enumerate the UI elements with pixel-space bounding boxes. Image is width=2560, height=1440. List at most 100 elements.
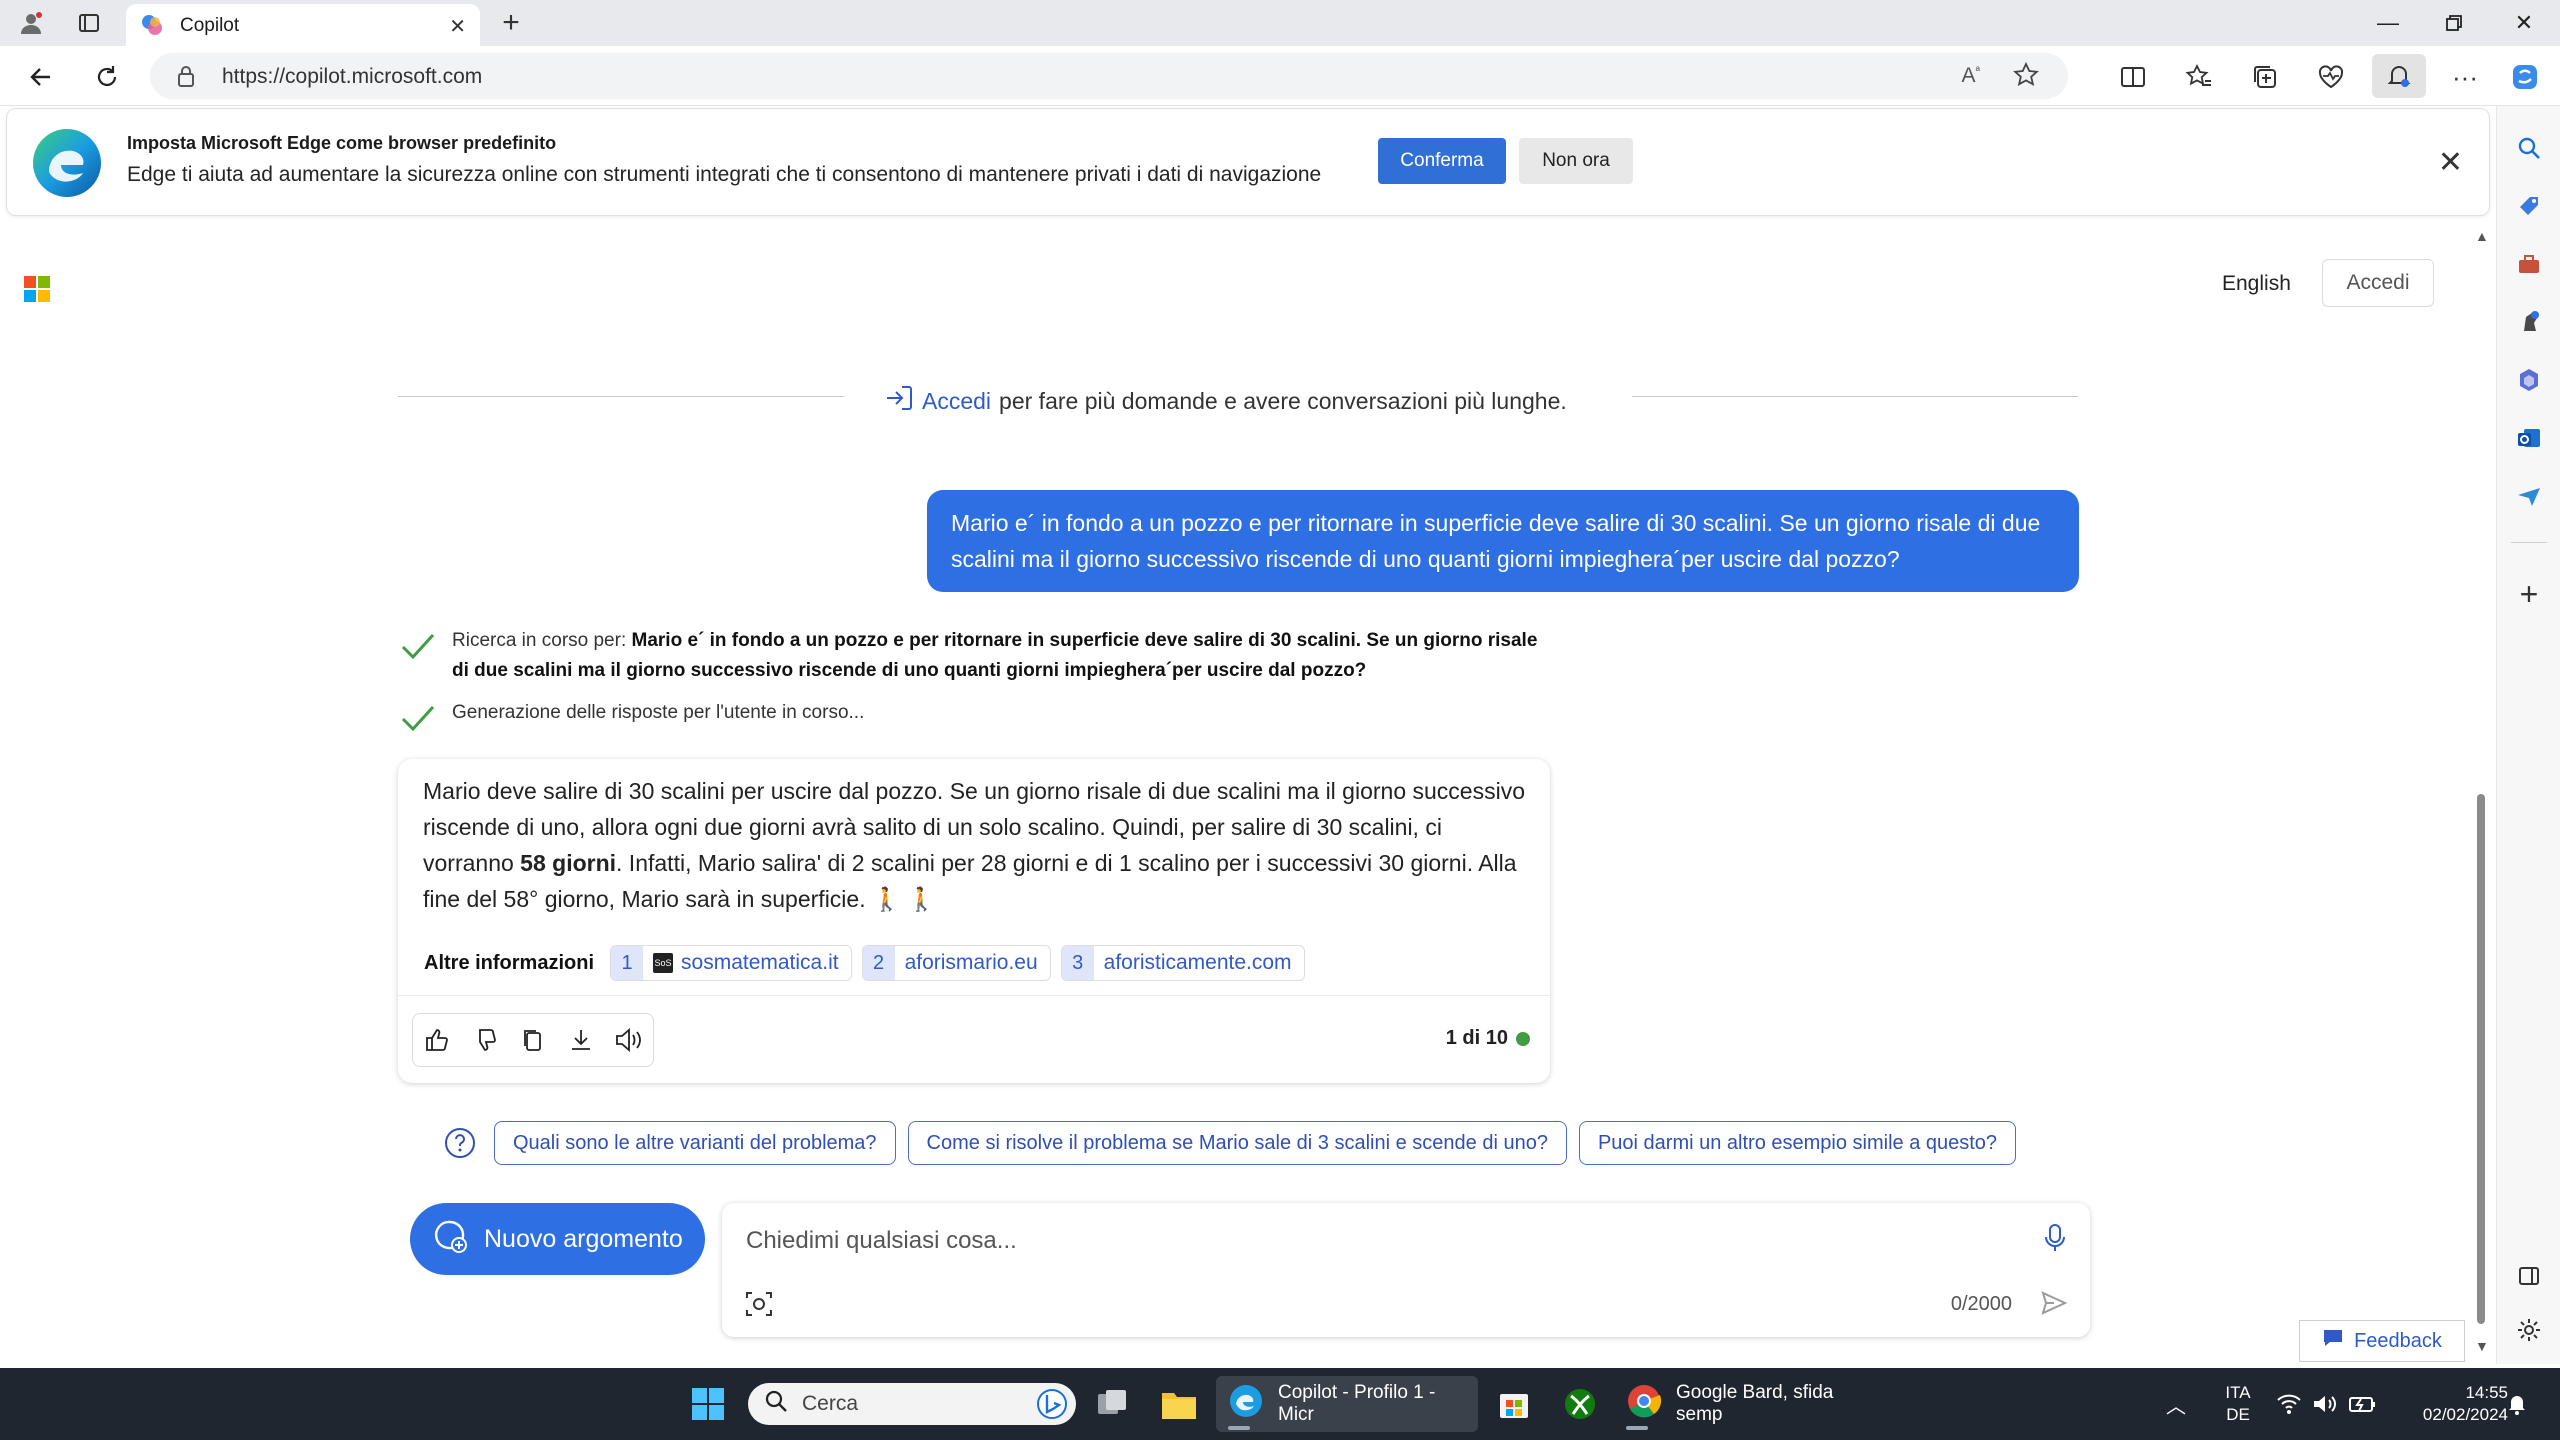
shopping-icon[interactable] [2511, 188, 2547, 224]
back-icon[interactable] [22, 59, 60, 95]
tab-actions-icon[interactable] [74, 8, 104, 38]
start-windows-icon[interactable] [690, 1378, 726, 1430]
check-icon [400, 632, 436, 672]
collections-icon[interactable] [2246, 59, 2284, 95]
thumbs-down-icon[interactable] [461, 1014, 509, 1066]
source-link-1[interactable]: 1 SoS sosmatematica.it [610, 945, 852, 981]
source-link-2[interactable]: 2 aforismario.eu [861, 945, 1051, 981]
address-bar[interactable]: https://copilot.microsoft.com Aᵃ [150, 53, 2068, 99]
suggestion-chip-2[interactable]: Come si risolve il problema se Mario sal… [907, 1121, 1567, 1165]
suggestion-chip-3[interactable]: Puoi darmi un altro esempio simile a que… [1578, 1121, 2017, 1165]
source-label[interactable]: sosmatematica.it [681, 951, 839, 975]
page-scrollbar[interactable]: ▲ ▼ [2472, 228, 2492, 1358]
source-label[interactable]: aforisticamente.com [1104, 951, 1292, 975]
more-options-icon[interactable]: ··· [2446, 59, 2484, 95]
source-label[interactable]: aforismario.eu [905, 951, 1038, 975]
file-explorer-icon[interactable] [1160, 1378, 1198, 1430]
microphone-icon[interactable] [2042, 1223, 2068, 1258]
taskbar-app-chrome[interactable]: Google Bard, sfida semp [1614, 1376, 1878, 1432]
scroll-down-icon[interactable]: ▼ [2475, 1338, 2489, 1354]
read-aloud-icon[interactable]: Aᵃ [1962, 63, 1980, 88]
chrome-icon [1626, 1383, 1662, 1425]
notifications-icon[interactable] [2372, 54, 2426, 98]
confirm-button[interactable]: Conferma [1378, 138, 1506, 184]
feedback-label: Feedback [2354, 1329, 2442, 1352]
tools-icon[interactable] [2511, 246, 2547, 282]
close-banner-icon[interactable]: ✕ [2438, 145, 2463, 180]
url-text[interactable]: https://copilot.microsoft.com [222, 65, 482, 89]
card-separator [398, 995, 1550, 996]
read-aloud-speaker-icon[interactable] [605, 1014, 653, 1066]
new-topic-label: Nuovo argomento [484, 1224, 683, 1253]
suggestion-chip-1[interactable]: Quali sono le altre varianti del problem… [494, 1121, 896, 1165]
divider-left [398, 396, 844, 397]
answer-card: Mario deve salire di 30 scalini per usci… [398, 759, 1550, 1083]
wifi-icon[interactable] [2276, 1378, 2302, 1430]
edge-sidebar: + [2496, 106, 2560, 1364]
favorite-star-icon[interactable] [2012, 61, 2040, 94]
user-message: Mario e´ in fondo a un pozzo e per ritor… [927, 490, 2079, 592]
new-topic-button[interactable]: Nuovo argomento [410, 1203, 705, 1275]
restore-icon[interactable] [2424, 6, 2484, 40]
taskbar-search-placeholder: Cerca [802, 1392, 859, 1415]
signin-link[interactable]: Accedi [922, 388, 991, 415]
scroll-up-icon[interactable]: ▲ [2475, 228, 2489, 244]
minimize-icon[interactable]: — [2358, 6, 2418, 40]
new-tab-icon[interactable]: + [496, 6, 526, 39]
more-info-label: Altre informazioni [424, 951, 595, 974]
download-icon[interactable] [557, 1014, 605, 1066]
volume-icon[interactable] [2312, 1378, 2338, 1430]
settings-gear-icon[interactable] [2511, 1312, 2547, 1348]
task-view-icon[interactable] [1094, 1378, 1130, 1430]
notification-bell-icon[interactable] [2506, 1378, 2528, 1430]
lock-icon[interactable] [176, 64, 196, 93]
profile-icon[interactable] [16, 8, 46, 38]
taskbar-app-edge[interactable]: Copilot - Profilo 1 - Micr [1216, 1376, 1478, 1432]
banner-body: Edge ti aiuta ad aumentare la sicurezza … [127, 163, 1322, 186]
scrollbar-thumb[interactable] [2477, 794, 2485, 1324]
image-search-icon[interactable] [744, 1289, 774, 1324]
not-now-button[interactable]: Non ora [1519, 138, 1633, 184]
xbox-icon[interactable] [1562, 1378, 1598, 1430]
feedback-button[interactable]: Feedback [2299, 1320, 2465, 1362]
thumbs-up-icon[interactable] [413, 1014, 461, 1066]
tab-copilot[interactable]: Copilot ✕ [126, 4, 480, 46]
microsoft-store-icon[interactable] [1496, 1378, 1532, 1430]
microsoft-logo[interactable] [24, 276, 50, 302]
tab-close-icon[interactable]: ✕ [449, 14, 466, 39]
microsoft365-icon[interactable] [2511, 362, 2547, 398]
source-link-3[interactable]: 3 aforisticamente.com [1060, 945, 1305, 981]
drop-icon[interactable] [2511, 478, 2547, 514]
input-language[interactable]: ITA DE [2218, 1382, 2258, 1426]
clock[interactable]: 14:55 02/02/2024 [2388, 1382, 2508, 1426]
hide-sidebar-icon[interactable] [2511, 1258, 2547, 1294]
sidebar-divider [2511, 542, 2547, 543]
favorites-icon[interactable] [2180, 59, 2218, 95]
taskbar-search[interactable]: Cerca [748, 1383, 1076, 1425]
status-dot [1516, 1031, 1530, 1046]
outlook-icon[interactable] [2511, 420, 2547, 456]
answer-text: Mario deve salire di 30 scalini per usci… [423, 773, 1533, 917]
language-top: ITA [2225, 1383, 2251, 1402]
copilot-sidebar-icon[interactable] [2506, 59, 2544, 95]
search-icon[interactable] [2511, 130, 2547, 166]
browser-essentials-icon[interactable] [2312, 59, 2350, 95]
copy-icon[interactable] [509, 1014, 557, 1066]
language-switch[interactable]: English [2222, 272, 2291, 296]
bing-icon[interactable] [1036, 1388, 1068, 1426]
games-icon[interactable] [2511, 304, 2547, 340]
searching-prefix: Ricerca in corso per: [452, 630, 627, 651]
status-generating: Generazione delle risposte per l'utente … [400, 698, 1552, 732]
tray-chevron-icon[interactable]: ︿ [2166, 1378, 2186, 1430]
close-window-icon[interactable]: ✕ [2494, 6, 2554, 40]
status-searching: Ricerca in corso per: Mario e´ in fondo … [400, 626, 1552, 686]
battery-icon[interactable] [2348, 1378, 2376, 1430]
signin-button[interactable]: Accedi [2322, 259, 2434, 307]
split-screen-icon[interactable] [2114, 59, 2152, 95]
chat-input[interactable]: Chiedimi qualsiasi cosa... [746, 1227, 1017, 1255]
refresh-icon[interactable] [88, 59, 126, 95]
add-sidebar-app-icon[interactable]: + [2511, 576, 2547, 612]
help-question-icon[interactable] [440, 1123, 480, 1163]
send-icon[interactable] [2040, 1289, 2068, 1322]
new-chat-icon [430, 1216, 470, 1263]
